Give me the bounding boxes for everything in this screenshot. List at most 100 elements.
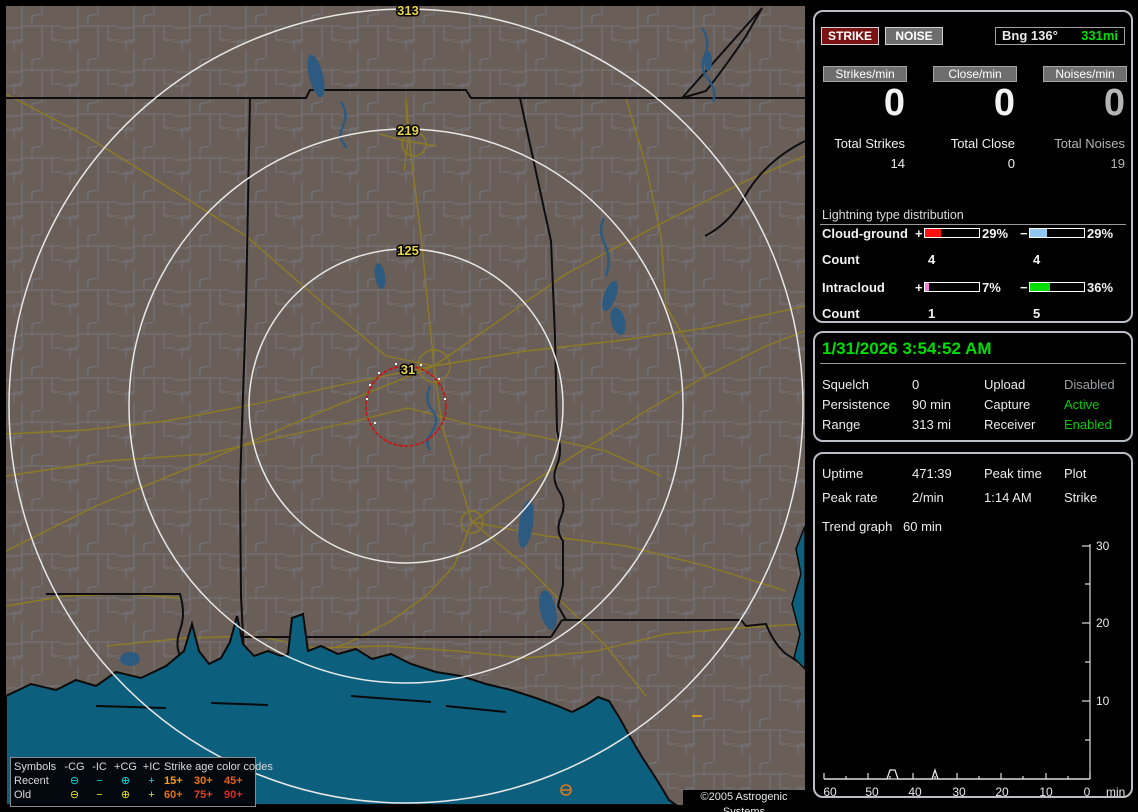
capture-label: Capture [984, 397, 1031, 412]
lightning-tracker-app: 313 219 125 31 Symbols -CG -IC +CG +IC S… [0, 0, 1138, 812]
total-strikes-label: Total Strikes [834, 136, 905, 151]
copyright-text: ©2005 Astrogenic Systems [683, 790, 805, 812]
ic-minus-bar [1029, 282, 1085, 292]
range-label: Range [822, 417, 861, 432]
cg-minus-bar [1029, 228, 1085, 238]
minus-sign: − [1020, 226, 1028, 241]
total-close-label: Total Close [950, 136, 1015, 151]
cg-minus-count: 4 [1033, 252, 1041, 267]
uptime-value: 471:39 [912, 466, 952, 481]
neg-ic-recent-icon: − [96, 775, 103, 787]
noise-button[interactable]: NOISE [885, 27, 943, 45]
plus-sign: + [915, 280, 923, 295]
ic-plus-count: 1 [928, 306, 936, 321]
map-area[interactable]: 313 219 125 31 Symbols -CG -IC +CG +IC S… [6, 6, 805, 812]
upload-status: Disabled [1064, 377, 1115, 392]
strikes-per-min-value: 0 [883, 82, 905, 124]
legend-neg-ic-header: -IC [92, 761, 107, 773]
cloud-ground-row: Cloud-ground + 29% − 29% [815, 226, 1131, 241]
age-60: 60+ [164, 789, 183, 801]
peak-time-label: Peak time [984, 466, 1042, 481]
squelch-value: 0 [912, 377, 920, 392]
x-tick-0: 0 [1084, 785, 1091, 799]
legend-neg-cg-header: -CG [64, 761, 85, 773]
ring-label-31: 31 [401, 362, 415, 377]
x-tick-40: 40 [908, 785, 922, 799]
persistence-value: 90 min [912, 397, 952, 412]
neg-cg-old-icon: ⊖ [69, 789, 80, 801]
plus-sign: + [915, 226, 923, 241]
status-panel: 1/31/2026 3:54:52 AM Squelch 0 Upload Di… [813, 331, 1133, 442]
x-tick-20: 20 [995, 785, 1009, 799]
peak-rate-value: 2/min [912, 490, 944, 505]
x-tick-60: 60 [823, 785, 837, 799]
x-tick-50: 50 [865, 785, 879, 799]
strike-button[interactable]: STRIKE [821, 27, 879, 45]
receiver-status: Enabled [1064, 417, 1112, 432]
receiver-label: Receiver [984, 417, 1036, 432]
close-per-min-chip: Close/min [933, 66, 1017, 82]
squelch-label: Squelch [822, 377, 869, 392]
bearing-range: 331mi [1081, 28, 1118, 43]
datetime-divider [820, 363, 1126, 364]
intracloud-label: Intracloud [822, 280, 885, 295]
neg-cg-recent-icon: ⊖ [69, 775, 80, 787]
intracloud-count-row: Count 1 5 [815, 306, 1131, 321]
cg-plus-bar [924, 228, 980, 238]
pos-cg-old-icon: ⊕ [120, 789, 131, 801]
cg-plus-pct: 29% [982, 226, 1009, 241]
ic-plus-pct: 7% [982, 280, 1001, 295]
legend-row-old-label: Old [14, 789, 32, 801]
distribution-title: Lightning type distribution [822, 208, 964, 222]
peak-rate-label: Peak rate [822, 490, 878, 505]
ring-label-219: 219 [397, 123, 419, 138]
pos-ic-old-icon: + [148, 789, 155, 801]
age-45: 45+ [224, 775, 243, 787]
count-label: Count [822, 252, 860, 267]
x-tick-10: 10 [1039, 785, 1053, 799]
capture-status: Active [1064, 397, 1100, 412]
datetime-display: 1/31/2026 3:54:52 AM [822, 339, 992, 358]
minus-sign: − [1020, 280, 1028, 295]
range-value: 313 mi [912, 417, 952, 432]
strikes-per-min-chip: Strikes/min [823, 66, 907, 82]
total-close-value: 0 [1007, 156, 1015, 171]
legend-pos-cg-header: +CG [114, 761, 137, 773]
plot-value: Strike [1064, 490, 1098, 505]
cg-minus-pct: 29% [1087, 226, 1114, 241]
distribution-divider [820, 224, 1126, 225]
bearing-readout: Bng 136° 331mi [995, 27, 1125, 45]
total-noises-value: 19 [1110, 156, 1125, 171]
neg-ic-old-icon: − [96, 789, 103, 801]
ic-plus-bar [924, 282, 980, 292]
count-label: Count [822, 306, 860, 321]
age-75: 75+ [194, 789, 213, 801]
uptime-label: Uptime [822, 466, 864, 481]
ic-minus-pct: 36% [1087, 280, 1114, 295]
cloud-ground-label: Cloud-ground [822, 226, 908, 241]
age-90: 90+ [224, 789, 243, 801]
plot-label: Plot [1064, 466, 1087, 481]
bearing-label: Bng 136° [1002, 28, 1058, 43]
ring-label-125: 125 [397, 243, 419, 258]
counters-panel: STRIKE NOISE Bng 136° 331mi Strikes/min … [813, 10, 1133, 323]
ring-label-313: 313 [397, 6, 419, 18]
y-tick-20: 20 [1096, 616, 1110, 630]
cloud-ground-count-row: Count 4 4 [815, 252, 1131, 267]
total-strikes-value: 14 [890, 156, 905, 171]
noises-per-min-value: 0 [1103, 82, 1125, 124]
upload-label: Upload [984, 377, 1026, 392]
stats-panel: Uptime 471:39 Peak time Plot Peak rate 2… [813, 452, 1133, 799]
age-30: 30+ [194, 775, 213, 787]
legend-row-recent-label: Recent [14, 775, 49, 787]
ic-minus-count: 5 [1033, 306, 1041, 321]
x-tick-30: 30 [952, 785, 966, 799]
close-per-min-value: 0 [993, 82, 1015, 124]
y-tick-30: 30 [1096, 539, 1110, 553]
legend-pos-ic-header: +IC [142, 761, 161, 773]
pos-ic-recent-icon: + [148, 775, 155, 787]
peak-time-value: 1:14 AM [984, 490, 1032, 505]
map-legend: Symbols -CG -IC +CG +IC Strike age color… [10, 757, 273, 807]
x-axis-unit: min [1106, 785, 1125, 799]
pos-cg-recent-icon: ⊕ [120, 775, 131, 787]
